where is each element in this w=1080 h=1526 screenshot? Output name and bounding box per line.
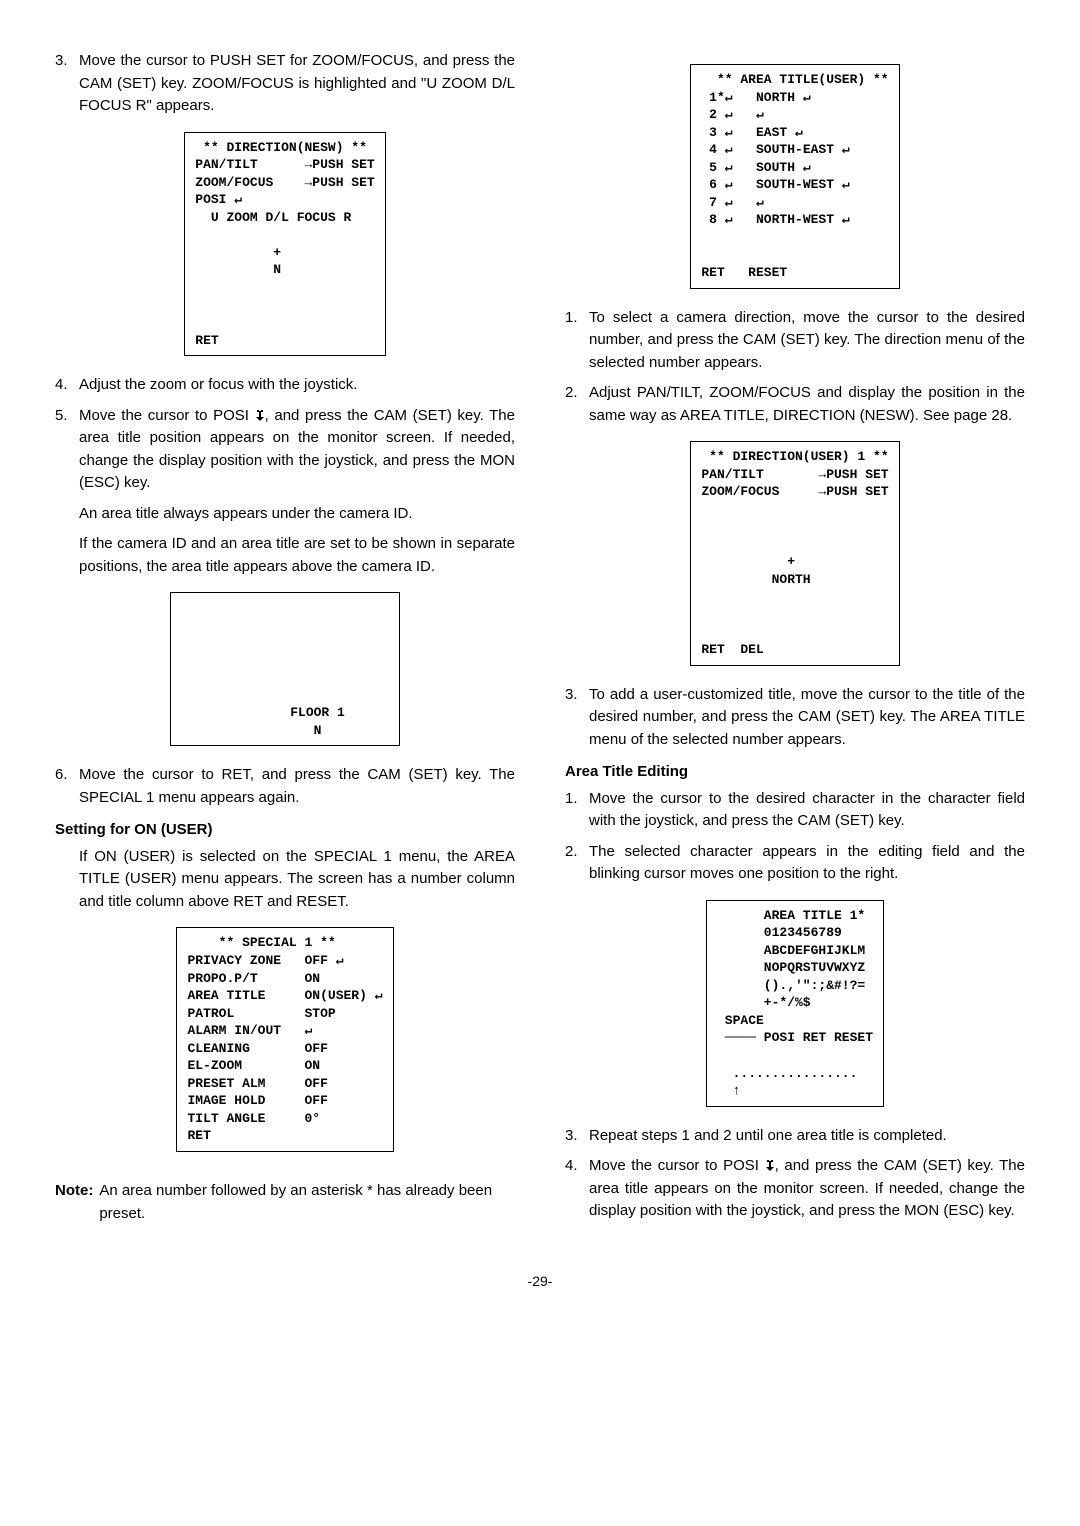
list-number: 5. xyxy=(55,405,79,495)
step-text: Move the cursor to POSI , and press the … xyxy=(589,1155,1025,1223)
edit-step-4: 4. Move the cursor to POSI , and press t… xyxy=(565,1155,1025,1223)
list-number: 1. xyxy=(565,788,589,833)
menu-direction-user: ** DIRECTION(USER) 1 ** PAN/TILT →PUSH S… xyxy=(690,441,899,666)
step-text: Move the cursor to the desired character… xyxy=(589,788,1025,833)
left-column: 3. Move the cursor to PUSH SET for ZOOM/… xyxy=(55,50,515,1231)
step5-note2: If the camera ID and an area title are s… xyxy=(79,533,515,578)
menu-special-1: ** SPECIAL 1 ** PRIVACY ZONE OFF ↵ PROPO… xyxy=(176,927,393,1152)
onuser-body: If ON (USER) is selected on the SPECIAL … xyxy=(79,846,515,914)
note-label: Note: xyxy=(55,1180,93,1225)
step-text: Repeat steps 1 and 2 until one area titl… xyxy=(589,1125,1025,1148)
right-step-1: 1. To select a camera direction, move th… xyxy=(565,307,1025,375)
left-step-3: 3. Move the cursor to PUSH SET for ZOOM/… xyxy=(55,50,515,118)
list-number: 3. xyxy=(565,1125,589,1148)
right-step-2: 2. Adjust PAN/TILT, ZOOM/FOCUS and displ… xyxy=(565,382,1025,427)
menu-area-title-user: ** AREA TITLE(USER) ** 1*↵ NORTH ↵ 2 ↵ ↵… xyxy=(690,64,899,289)
posi-arrow-icon xyxy=(765,1155,775,1167)
right-step-3: 3. To add a user-customized title, move … xyxy=(565,684,1025,752)
list-number: 6. xyxy=(55,764,79,809)
page-number: -29- xyxy=(55,1271,1025,1292)
heading-area-title-editing: Area Title Editing xyxy=(565,761,1025,784)
step-text: Move the cursor to PUSH SET for ZOOM/FOC… xyxy=(79,50,515,118)
note-text: An area number followed by an asterisk *… xyxy=(99,1180,515,1225)
two-column-layout: 3. Move the cursor to PUSH SET for ZOOM/… xyxy=(55,50,1025,1231)
step-text: To add a user-customized title, move the… xyxy=(589,684,1025,752)
list-number: 3. xyxy=(55,50,79,118)
menu-floor-display: FLOOR 1 N xyxy=(170,592,400,746)
posi-arrow-icon xyxy=(255,405,265,417)
edit-step-3: 3. Repeat steps 1 and 2 until one area t… xyxy=(565,1125,1025,1148)
left-step-4: 4. Adjust the zoom or focus with the joy… xyxy=(55,374,515,397)
menu-area-title-edit: AREA TITLE 1* 0123456789 ABCDEFGHIJKLM N… xyxy=(706,900,884,1107)
step5-part-a: Move the cursor to POSI xyxy=(79,407,255,424)
step-text: The selected character appears in the ed… xyxy=(589,841,1025,886)
heading-setting-on-user: Setting for ON (USER) xyxy=(55,819,515,842)
list-number: 2. xyxy=(565,841,589,886)
step-text: Move the cursor to RET, and press the CA… xyxy=(79,764,515,809)
edit-step-2: 2. The selected character appears in the… xyxy=(565,841,1025,886)
step-text: Adjust PAN/TILT, ZOOM/FOCUS and display … xyxy=(589,382,1025,427)
step-text: Adjust the zoom or focus with the joysti… xyxy=(79,374,515,397)
menu-direction-nesw: ** DIRECTION(NESW) ** PAN/TILT →PUSH SET… xyxy=(184,132,385,357)
right-column: ** AREA TITLE(USER) ** 1*↵ NORTH ↵ 2 ↵ ↵… xyxy=(565,50,1025,1231)
step-text: Move the cursor to POSI , and press the … xyxy=(79,405,515,495)
note-block: Note: An area number followed by an aste… xyxy=(55,1180,515,1225)
list-number: 1. xyxy=(565,307,589,375)
list-number: 3. xyxy=(565,684,589,752)
step-text: To select a camera direction, move the c… xyxy=(589,307,1025,375)
left-step-5: 5. Move the cursor to POSI , and press t… xyxy=(55,405,515,495)
list-number: 4. xyxy=(565,1155,589,1223)
edit-step4-part-a: Move the cursor to POSI xyxy=(589,1157,765,1174)
step5-note1: An area title always appears under the c… xyxy=(79,503,515,526)
left-step-6: 6. Move the cursor to RET, and press the… xyxy=(55,764,515,809)
list-number: 2. xyxy=(565,382,589,427)
list-number: 4. xyxy=(55,374,79,397)
edit-step-1: 1. Move the cursor to the desired charac… xyxy=(565,788,1025,833)
